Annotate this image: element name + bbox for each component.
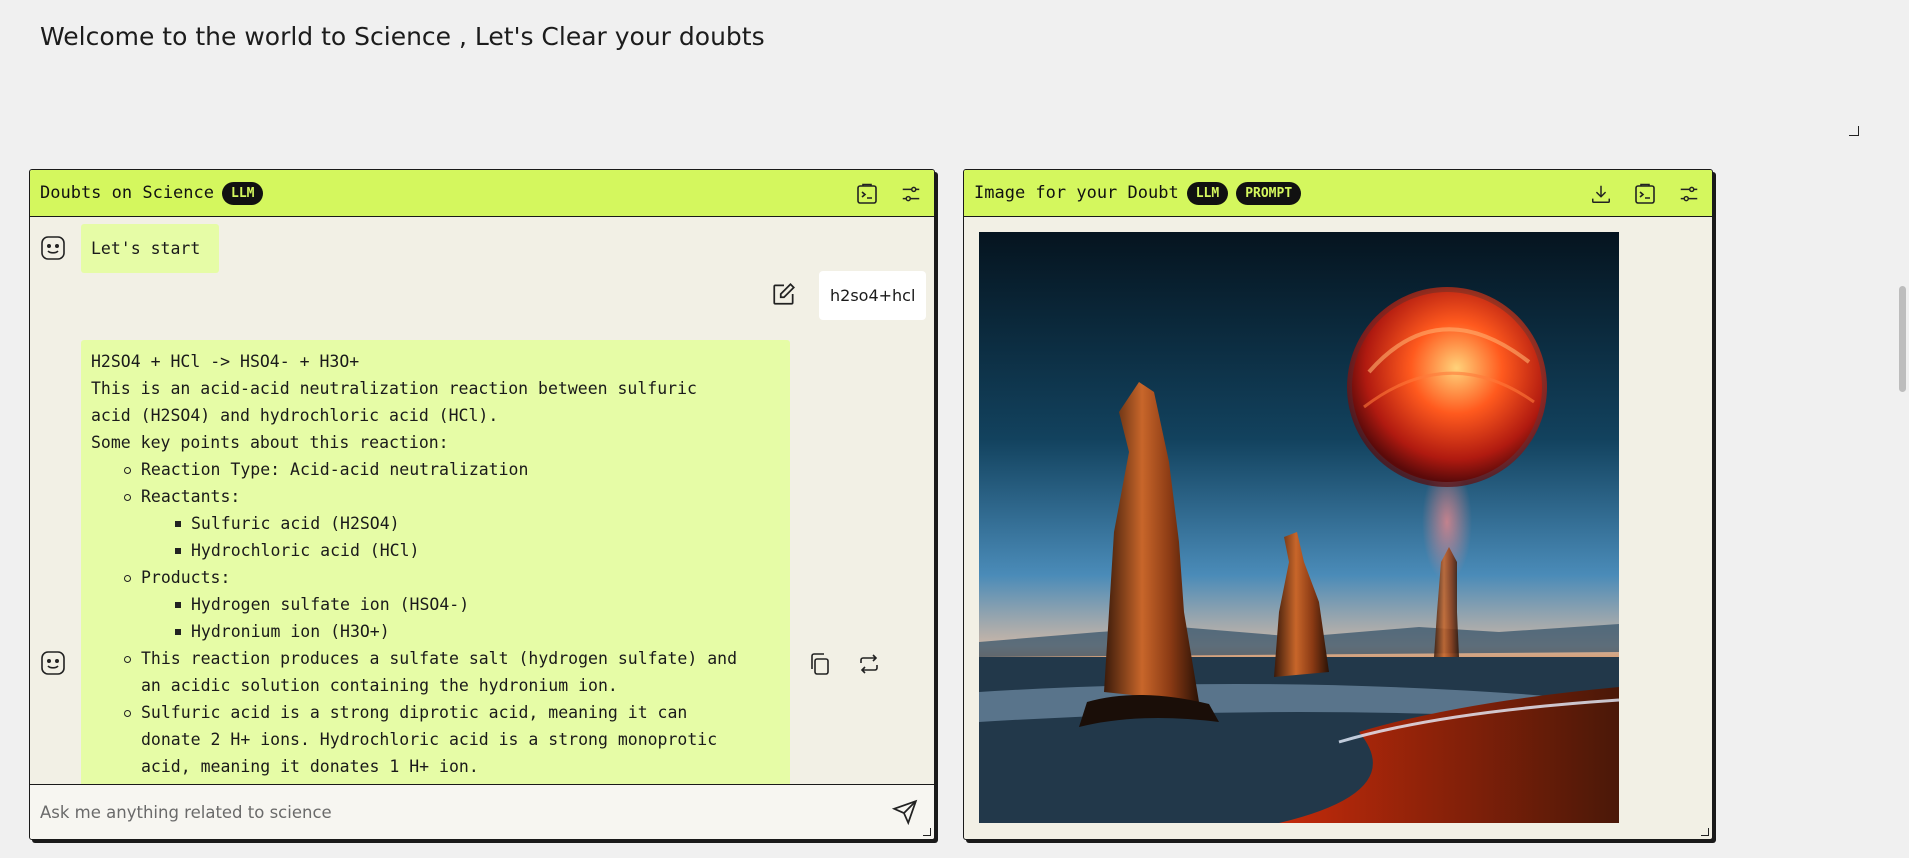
llm-badge: LLM [222, 181, 264, 205]
bot-avatar-icon [40, 235, 66, 261]
settings-sliders-icon[interactable] [1676, 181, 1702, 207]
llm-badge: LLM [1186, 181, 1229, 205]
generated-image [979, 232, 1619, 823]
chat-input-bar [30, 784, 934, 839]
resize-handle[interactable] [923, 828, 931, 836]
image-panel: Image for your Doubt LLM PROMPT [963, 169, 1713, 840]
prompt-badge: PROMPT [1236, 181, 1302, 205]
response-line: Products: [91, 564, 780, 591]
response-line: This is an acid-acid neutralization reac… [91, 379, 697, 398]
bot-response-message: H2SO4 + HCl -> HSO4- + H3O+ This is an ac… [81, 340, 790, 784]
chat-input[interactable] [30, 785, 890, 839]
retry-icon[interactable] [856, 651, 882, 677]
response-line: Reaction Type: Acid-acid neutralization [91, 456, 780, 483]
copy-to-clipboard-icon[interactable] [854, 181, 880, 207]
user-message-text: h2so4+hcl [830, 286, 916, 305]
response-line: Sulfuric acid (H2SO4) [91, 510, 780, 537]
chat-panel-header: Doubts on Science LLM [30, 170, 934, 217]
response-line: This reaction produces a sulfate salt (h… [91, 645, 780, 672]
download-icon[interactable] [1588, 181, 1614, 207]
response-line: Reactants: [91, 483, 780, 510]
page-scrollbar[interactable] [1899, 286, 1906, 392]
resize-handle[interactable] [1701, 828, 1709, 836]
image-panel-header: Image for your Doubt LLM PROMPT [964, 170, 1712, 217]
user-message: h2so4+hcl [819, 271, 927, 320]
response-line: Sulfuric acid is a strong diprotic acid,… [91, 699, 780, 726]
chat-message-list[interactable]: Let's start h2so4+hcl H2SO4 + HCl -> HSO… [30, 217, 934, 784]
copy-to-clipboard-icon[interactable] [1632, 181, 1658, 207]
resize-handle[interactable] [1849, 126, 1859, 136]
response-line: H2SO4 + HCl -> HSO4- + H3O+ [91, 352, 360, 371]
bot-avatar-icon [40, 650, 66, 676]
response-line: Hydrogen sulfate ion (HSO4-) [91, 591, 780, 618]
page-title: Welcome to the world to Science , Let's … [40, 22, 765, 51]
response-line: Hydronium ion (H3O+) [91, 618, 780, 645]
copy-message-icon[interactable] [807, 651, 833, 677]
bot-message: Let's start [81, 224, 219, 273]
chat-panel-title: Doubts on Science [40, 183, 214, 203]
edit-message-icon[interactable] [771, 281, 797, 307]
response-line: donate 2 H+ ions. Hydrochloric acid is a… [141, 730, 718, 749]
settings-sliders-icon[interactable] [898, 181, 924, 207]
response-line: acid, meaning it donates 1 H+ ion. [141, 757, 479, 776]
response-line: Hydrochloric acid (HCl) [91, 537, 780, 564]
response-line: acid (H2SO4) and hydrochloric acid (HCl)… [91, 406, 499, 425]
response-line: Some key points about this reaction: [91, 433, 449, 452]
send-icon[interactable] [890, 797, 920, 827]
bot-message-text: Let's start [91, 239, 201, 258]
image-panel-title: Image for your Doubt [974, 183, 1179, 203]
response-line: an acidic solution containing the hydron… [141, 676, 618, 695]
chat-panel: Doubts on Science LLM Let's start h2so4+… [29, 169, 935, 840]
